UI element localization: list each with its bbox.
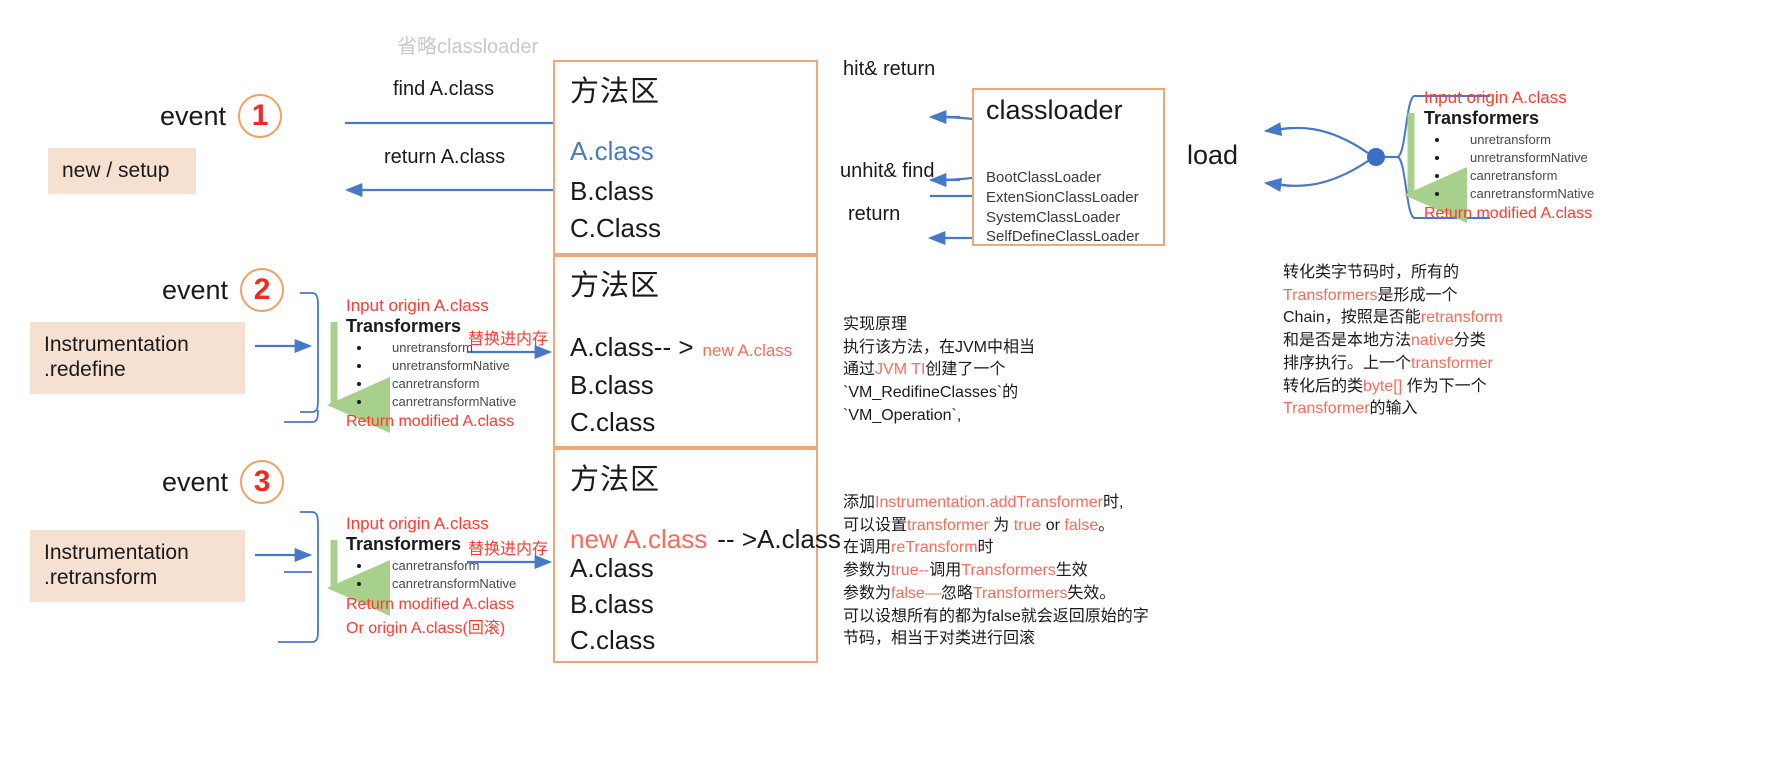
method-area-3-line-retransformed: new A.class -- >A.class [570, 524, 841, 555]
event-2-number: 2 [240, 268, 285, 312]
arrow-label-return-aclass: return A.class [384, 146, 506, 168]
note-retransform-l2: 可以设置transformer 为 true or false。 [843, 516, 1115, 534]
method-area-3-item-0: A.class [570, 553, 654, 583]
event-3-group: event 3 [162, 460, 285, 504]
list-item: unretransformNative [1450, 149, 1674, 167]
instrumentation-retransform-line1: Instrumentation [44, 541, 189, 565]
new-setup-box[interactable]: new / setup [48, 148, 196, 194]
list-item: unretransform [1450, 131, 1674, 149]
arrow-label-replace-memory-2: 替换进内存 [468, 331, 549, 348]
arrow-label-unhit-find: unhit& find [840, 160, 935, 182]
list-item: canretransform [1450, 167, 1674, 185]
arrow-label-hit-return: hit& return [843, 58, 936, 80]
method-area-1-item-2: C.Class [570, 213, 662, 243]
event-3-label: event [162, 466, 229, 497]
method-area-3-item-2: C.class [570, 625, 656, 655]
method-area-2-new: new A.class [702, 341, 793, 360]
note-redefine-l5: `VM_Operation`, [843, 406, 962, 424]
note-chain-l6: 转化后的类byte[] 作为下一个 [1283, 377, 1487, 395]
note-retransform-l1: 添加Instrumentation.addTransformer时, [843, 494, 1124, 511]
note-transformer-chain: 转化类字节码时，所有的 Transformers是形成一个 Chain，按照是否… [1283, 262, 1553, 421]
method-area-1-item-1: B.class [570, 176, 654, 206]
instrumentation-redefine-box[interactable]: Instrumentation .redefine [30, 322, 245, 394]
method-area-3-new: new A.class [570, 524, 708, 554]
method-area-3-item-1: B.class [570, 589, 654, 619]
note-retransform-l3: 在调用reTransform时 [843, 539, 994, 557]
classloader-title: classloader [986, 95, 1123, 125]
arrow-label-replace-memory-3: 替换进内存 [468, 541, 549, 558]
instrumentation-retransform-box[interactable]: Instrumentation .retransform [30, 530, 245, 602]
note-chain-l1: 转化类字节码时，所有的 [1283, 264, 1460, 281]
note-retransform-l6: 可以设想所有的都为false就会返回原始的字 [843, 607, 1149, 625]
note-retransform-l5: 参数为false—忽略Transformers失效。 [843, 584, 1116, 602]
event-1-group: event 1 [160, 94, 283, 138]
note-chain-l4: 和是否是本地方法native分类 [1283, 332, 1486, 350]
diagram-canvas: 省略classloader event 1 new / setup find A… [0, 0, 1786, 774]
method-area-2-item-1: C.class [570, 407, 656, 437]
method-area-1-title: 方法区 [570, 76, 661, 108]
method-area-1-item-0: A.class [570, 136, 654, 166]
method-area-2-line-redefined: A.class-- > new A.class [570, 332, 792, 363]
instrumentation-redefine-line1: Instrumentation [44, 333, 189, 357]
transformers-right-list: unretransform unretransformNative canret… [1424, 131, 1674, 203]
note-redefine-l3: 通过JVM TI创建了一个 [843, 361, 1006, 379]
arrow-label-find: find A.class [393, 78, 495, 100]
note-chain-l5: 排序执行。上一个transformer [1283, 354, 1493, 372]
transformers-right-input: Input origin A.class [1424, 88, 1567, 107]
instrumentation-redefine-line2: .redefine [44, 358, 126, 381]
classloader-item-list: BootClassLoader ExtenSionClassLoader Sys… [986, 168, 1139, 247]
arrow-label-return: return [848, 203, 901, 225]
method-area-2-old: A.class-- > [570, 332, 694, 362]
omit-classloader-note: 省略classloader [397, 36, 539, 58]
event-2-group: event 2 [162, 268, 285, 312]
note-redefine-l4: `VM_RedifineClasses`的 [843, 384, 1019, 402]
event-2-label: event [162, 274, 229, 305]
method-area-3-old: -- >A.class [717, 524, 841, 554]
classloader-item-0: BootClassLoader [986, 169, 1102, 186]
transformers-right-title: Transformers [1424, 108, 1540, 128]
new-setup-label: new / setup [62, 158, 170, 182]
classloader-item-3: SelfDefineClassLoader [986, 228, 1140, 246]
note-redefine-l2: 执行该方法，在JVM中相当 [843, 338, 1036, 356]
note-redefine-l1: 实现原理 [843, 316, 908, 333]
note-redefine: 实现原理 执行该方法，在JVM中相当 通过JVM TI创建了一个 `VM_Red… [843, 314, 1143, 428]
arrow-label-load: load [1187, 140, 1239, 170]
classloader-item-1: ExtenSionClassLoader [986, 188, 1139, 206]
note-chain-l3: Chain，按照是否能retransform [1283, 309, 1503, 327]
classloader-item-2: SystemClassLoader [986, 208, 1121, 226]
transformers-right-output: Return modified A.class [1424, 205, 1593, 222]
note-retransform-l7: 节码，相当于对类进行回滚 [843, 630, 1036, 648]
transformers-block-right: Input origin A.class Transformers unretr… [1424, 88, 1674, 223]
note-chain-l7: Transformer的输入 [1283, 400, 1418, 418]
event-1-number: 1 [238, 94, 283, 138]
method-area-2-item-0: B.class [570, 370, 654, 400]
event-3-number: 3 [240, 460, 285, 504]
list-item: canretransformNative [1450, 185, 1674, 203]
method-area-3-title: 方法区 [570, 464, 661, 496]
note-chain-l2: Transformers是形成一个 [1283, 286, 1458, 304]
note-retransform: 添加Instrumentation.addTransformer时, 可以设置t… [843, 492, 1273, 651]
instrumentation-retransform-line2: .retransform [44, 566, 158, 589]
method-area-2-title: 方法区 [570, 270, 661, 302]
event-1-label: event [160, 100, 227, 131]
note-retransform-l4: 参数为true--调用Transformers生效 [843, 562, 1088, 580]
